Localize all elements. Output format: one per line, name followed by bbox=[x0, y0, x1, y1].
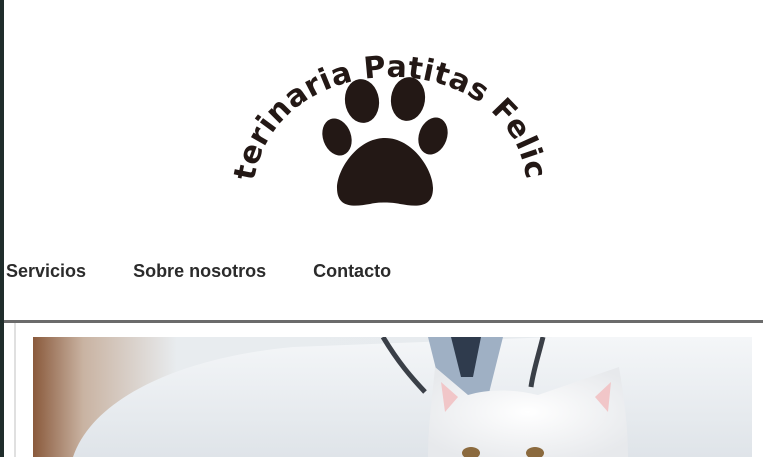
nav-item-sobre-nosotros[interactable]: Sobre nosotros bbox=[133, 261, 266, 282]
nav-item-servicios[interactable]: Servicios bbox=[6, 261, 86, 282]
site-logo[interactable]: Veterinaria Patitas Felices bbox=[225, 20, 555, 220]
logo-graphic: Veterinaria Patitas Felices bbox=[225, 20, 553, 206]
hero-photo bbox=[33, 337, 752, 457]
nav-item-contacto[interactable]: Contacto bbox=[313, 261, 391, 282]
hero-image bbox=[33, 337, 752, 457]
paw-icon bbox=[322, 77, 448, 206]
window-edge bbox=[0, 0, 4, 457]
page: Veterinaria Patitas Felices Servicios So… bbox=[0, 0, 763, 457]
main-nav: Servicios Sobre nosotros Contacto bbox=[6, 258, 391, 284]
